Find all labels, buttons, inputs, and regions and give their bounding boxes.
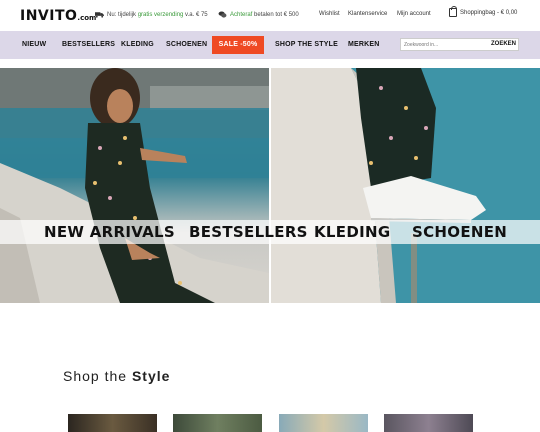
usp2-suffix: betalen tot € 500: [252, 11, 299, 18]
hero-photo-woman-dress: [0, 68, 269, 303]
style-thumbnail[interactable]: [173, 414, 262, 432]
top-bar: INVITO.com Nu: tijdelijk gratis verzendi…: [0, 0, 540, 31]
coins-icon: [218, 11, 227, 18]
usp-payment: Achteraf betalen tot € 500: [218, 11, 299, 18]
section-title-bold: Style: [131, 368, 171, 384]
hero-photo-sneakers: [271, 68, 540, 303]
hero-banner: NEW ARRIVALS BESTSELLERS KLEDING SCHOENE…: [0, 68, 540, 303]
usp-shipping: Nu: tijdelijk gratis verzending v.a. € 7…: [95, 11, 208, 18]
logo[interactable]: INVITO.com: [20, 8, 96, 24]
style-thumbnail[interactable]: [279, 414, 368, 432]
shop-the-style-heading: Shop the Style: [63, 368, 170, 384]
account-link[interactable]: Mijn account: [397, 11, 431, 17]
hero-link-kleding[interactable]: KLEDING: [314, 220, 390, 244]
search-box: ZOEKEN: [400, 38, 519, 51]
hero-image-left[interactable]: [0, 68, 269, 303]
nav-item-nieuw[interactable]: NIEUW: [22, 31, 46, 59]
style-thumbnail[interactable]: [384, 414, 473, 432]
nav-item-sale[interactable]: SALE -50%: [212, 36, 264, 54]
hero-link-new-arrivals[interactable]: NEW ARRIVALS: [44, 220, 175, 244]
search-input[interactable]: [404, 40, 490, 50]
usp1-highlight: gratis verzending: [137, 11, 184, 18]
nav-item-bestsellers[interactable]: BESTSELLERS: [62, 31, 115, 59]
nav-item-schoenen[interactable]: SCHOENEN: [166, 31, 207, 59]
hero-image-right[interactable]: [271, 68, 540, 303]
category-band: NEW ARRIVALS BESTSELLERS KLEDING SCHOENE…: [0, 220, 540, 244]
logo-text: INVITO: [20, 8, 78, 24]
cart-label: Shoppingbag - € 0,00: [460, 9, 518, 16]
usp2-highlight: Achteraf: [230, 11, 253, 18]
truck-icon: [95, 12, 104, 18]
logo-suffix: .com: [77, 14, 97, 22]
search-button[interactable]: ZOEKEN: [491, 39, 516, 50]
usp1-suffix: v.a. € 75: [183, 11, 208, 18]
shopping-bag-button[interactable]: Shoppingbag - € 0,00: [449, 6, 518, 17]
customer-service-link[interactable]: Klantenservice: [348, 11, 387, 17]
hero-link-bestsellers[interactable]: BESTSELLERS: [189, 220, 308, 244]
style-thumbnail[interactable]: [68, 414, 157, 432]
usp1-prefix: Nu: tijdelijk: [107, 11, 138, 18]
wishlist-link[interactable]: Wishlist: [319, 11, 340, 17]
hero-link-schoenen[interactable]: SCHOENEN: [412, 220, 507, 244]
shopping-bag-icon: [449, 6, 457, 17]
nav-item-kleding[interactable]: KLEDING: [121, 31, 154, 59]
nav-item-shop-the-style[interactable]: SHOP THE STYLE: [275, 31, 338, 59]
section-title-light: Shop the: [63, 368, 132, 384]
nav-item-merken[interactable]: MERKEN: [348, 31, 380, 59]
